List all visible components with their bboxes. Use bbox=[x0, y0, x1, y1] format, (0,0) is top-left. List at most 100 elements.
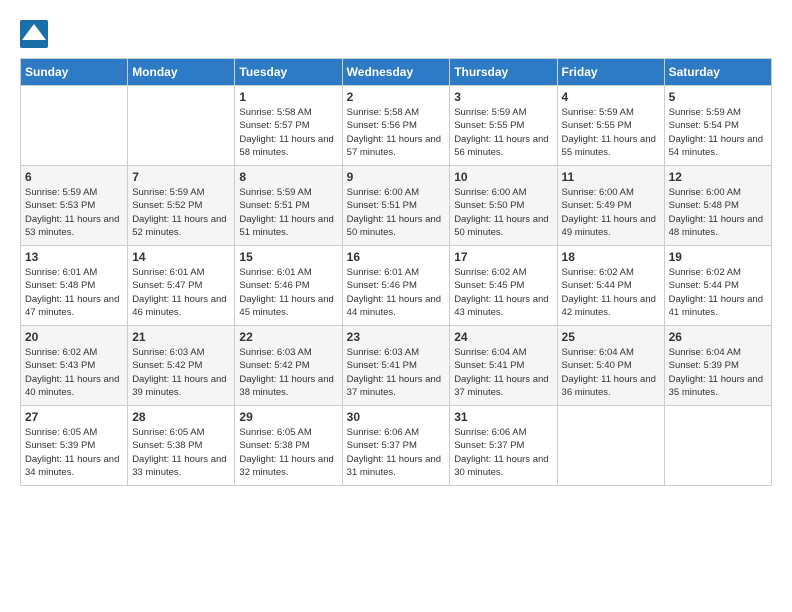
day-number: 12 bbox=[669, 170, 767, 184]
day-info: Sunrise: 6:00 AMSunset: 5:49 PMDaylight:… bbox=[562, 186, 660, 239]
table-row: 11 Sunrise: 6:00 AMSunset: 5:49 PMDayligh… bbox=[557, 166, 664, 246]
day-info: Sunrise: 5:59 AMSunset: 5:55 PMDaylight:… bbox=[454, 106, 552, 159]
day-info: Sunrise: 5:59 AMSunset: 5:55 PMDaylight:… bbox=[562, 106, 660, 159]
day-info: Sunrise: 6:05 AMSunset: 5:39 PMDaylight:… bbox=[25, 426, 123, 479]
table-row: 9 Sunrise: 6:00 AMSunset: 5:51 PMDaylight… bbox=[342, 166, 450, 246]
day-info: Sunrise: 6:00 AMSunset: 5:48 PMDaylight:… bbox=[669, 186, 767, 239]
day-number: 26 bbox=[669, 330, 767, 344]
table-row: 26 Sunrise: 6:04 AMSunset: 5:39 PMDayligh… bbox=[664, 326, 771, 406]
table-row: 7 Sunrise: 5:59 AMSunset: 5:52 PMDaylight… bbox=[128, 166, 235, 246]
day-number: 27 bbox=[25, 410, 123, 424]
day-number: 24 bbox=[454, 330, 552, 344]
day-info: Sunrise: 6:04 AMSunset: 5:39 PMDaylight:… bbox=[669, 346, 767, 399]
week-row: 27 Sunrise: 6:05 AMSunset: 5:39 PMDayligh… bbox=[21, 406, 772, 486]
day-info: Sunrise: 5:59 AMSunset: 5:54 PMDaylight:… bbox=[669, 106, 767, 159]
table-row: 2Sunrise: 5:58 AMSunset: 5:56 PMDaylight… bbox=[342, 86, 450, 166]
day-number: 1 bbox=[239, 90, 337, 104]
table-row bbox=[557, 406, 664, 486]
table-row: 16 Sunrise: 6:01 AMSunset: 5:46 PMDayligh… bbox=[342, 246, 450, 326]
table-row: 18 Sunrise: 6:02 AMSunset: 5:44 PMDayligh… bbox=[557, 246, 664, 326]
table-row: 17Sunrise: 6:02 AMSunset: 5:45 PMDayligh… bbox=[450, 246, 557, 326]
week-row: 6 Sunrise: 5:59 AMSunset: 5:53 PMDaylight… bbox=[21, 166, 772, 246]
day-info: Sunrise: 6:05 AMSunset: 5:38 PMDaylight:… bbox=[132, 426, 230, 479]
day-info: Sunrise: 5:59 AMSunset: 5:53 PMDaylight:… bbox=[25, 186, 123, 239]
day-number: 15 bbox=[239, 250, 337, 264]
day-number: 4 bbox=[562, 90, 660, 104]
day-number: 5 bbox=[669, 90, 767, 104]
day-number: 18 bbox=[562, 250, 660, 264]
week-row: 1Sunrise: 5:58 AMSunset: 5:57 PMDaylight… bbox=[21, 86, 772, 166]
table-row bbox=[664, 406, 771, 486]
table-row: 20 Sunrise: 6:02 AMSunset: 5:43 PMDayligh… bbox=[21, 326, 128, 406]
day-number: 9 bbox=[347, 170, 446, 184]
header-day: Sunday bbox=[21, 59, 128, 86]
table-row: 30 Sunrise: 6:06 AMSunset: 5:37 PMDayligh… bbox=[342, 406, 450, 486]
logo-icon bbox=[20, 20, 48, 48]
day-info: Sunrise: 6:01 AMSunset: 5:46 PMDaylight:… bbox=[239, 266, 337, 319]
table-row: 22Sunrise: 6:03 AMSunset: 5:42 PMDayligh… bbox=[235, 326, 342, 406]
day-info: Sunrise: 6:02 AMSunset: 5:43 PMDaylight:… bbox=[25, 346, 123, 399]
day-info: Sunrise: 6:04 AMSunset: 5:41 PMDaylight:… bbox=[454, 346, 552, 399]
table-row: 27 Sunrise: 6:05 AMSunset: 5:39 PMDayligh… bbox=[21, 406, 128, 486]
day-info: Sunrise: 6:03 AMSunset: 5:42 PMDaylight:… bbox=[132, 346, 230, 399]
table-row: 31 Sunrise: 6:06 AMSunset: 5:37 PMDayligh… bbox=[450, 406, 557, 486]
day-number: 14 bbox=[132, 250, 230, 264]
day-number: 11 bbox=[562, 170, 660, 184]
calendar-body: 1Sunrise: 5:58 AMSunset: 5:57 PMDaylight… bbox=[21, 86, 772, 486]
day-info: Sunrise: 6:06 AMSunset: 5:37 PMDaylight:… bbox=[347, 426, 446, 479]
header-day: Thursday bbox=[450, 59, 557, 86]
day-number: 16 bbox=[347, 250, 446, 264]
table-row bbox=[21, 86, 128, 166]
day-info: Sunrise: 5:59 AMSunset: 5:52 PMDaylight:… bbox=[132, 186, 230, 239]
day-info: Sunrise: 6:04 AMSunset: 5:40 PMDaylight:… bbox=[562, 346, 660, 399]
week-row: 20 Sunrise: 6:02 AMSunset: 5:43 PMDayligh… bbox=[21, 326, 772, 406]
table-row bbox=[128, 86, 235, 166]
table-row: 1Sunrise: 5:58 AMSunset: 5:57 PMDaylight… bbox=[235, 86, 342, 166]
day-info: Sunrise: 6:00 AMSunset: 5:50 PMDaylight:… bbox=[454, 186, 552, 239]
table-row: 15 Sunrise: 6:01 AMSunset: 5:46 PMDayligh… bbox=[235, 246, 342, 326]
day-info: Sunrise: 6:01 AMSunset: 5:46 PMDaylight:… bbox=[347, 266, 446, 319]
day-info: Sunrise: 6:05 AMSunset: 5:38 PMDaylight:… bbox=[239, 426, 337, 479]
day-number: 19 bbox=[669, 250, 767, 264]
table-row: 10Sunrise: 6:00 AMSunset: 5:50 PMDayligh… bbox=[450, 166, 557, 246]
day-number: 13 bbox=[25, 250, 123, 264]
day-info: Sunrise: 6:02 AMSunset: 5:44 PMDaylight:… bbox=[669, 266, 767, 319]
day-info: Sunrise: 6:02 AMSunset: 5:45 PMDaylight:… bbox=[454, 266, 552, 319]
header-day: Friday bbox=[557, 59, 664, 86]
table-row: 4 Sunrise: 5:59 AMSunset: 5:55 PMDaylight… bbox=[557, 86, 664, 166]
header-day: Tuesday bbox=[235, 59, 342, 86]
day-number: 31 bbox=[454, 410, 552, 424]
day-info: Sunrise: 5:59 AMSunset: 5:51 PMDaylight:… bbox=[239, 186, 337, 239]
day-number: 25 bbox=[562, 330, 660, 344]
day-number: 23 bbox=[347, 330, 446, 344]
table-row: 29 Sunrise: 6:05 AMSunset: 5:38 PMDayligh… bbox=[235, 406, 342, 486]
header-day: Monday bbox=[128, 59, 235, 86]
header-row: SundayMondayTuesdayWednesdayThursdayFrid… bbox=[21, 59, 772, 86]
table-row: 19 Sunrise: 6:02 AMSunset: 5:44 PMDayligh… bbox=[664, 246, 771, 326]
table-row: 6 Sunrise: 5:59 AMSunset: 5:53 PMDaylight… bbox=[21, 166, 128, 246]
day-info: Sunrise: 6:06 AMSunset: 5:37 PMDaylight:… bbox=[454, 426, 552, 479]
day-info: Sunrise: 6:02 AMSunset: 5:44 PMDaylight:… bbox=[562, 266, 660, 319]
day-number: 30 bbox=[347, 410, 446, 424]
day-number: 22 bbox=[239, 330, 337, 344]
table-row: 25 Sunrise: 6:04 AMSunset: 5:40 PMDayligh… bbox=[557, 326, 664, 406]
day-number: 29 bbox=[239, 410, 337, 424]
page-header bbox=[20, 20, 772, 48]
table-row: 3 Sunrise: 5:59 AMSunset: 5:55 PMDaylight… bbox=[450, 86, 557, 166]
day-info: Sunrise: 6:01 AMSunset: 5:47 PMDaylight:… bbox=[132, 266, 230, 319]
day-number: 7 bbox=[132, 170, 230, 184]
day-number: 28 bbox=[132, 410, 230, 424]
table-row: 24 Sunrise: 6:04 AMSunset: 5:41 PMDayligh… bbox=[450, 326, 557, 406]
table-row: 13Sunrise: 6:01 AMSunset: 5:48 PMDayligh… bbox=[21, 246, 128, 326]
day-number: 3 bbox=[454, 90, 552, 104]
day-info: Sunrise: 5:58 AMSunset: 5:56 PMDaylight:… bbox=[347, 106, 446, 159]
header-day: Saturday bbox=[664, 59, 771, 86]
day-number: 6 bbox=[25, 170, 123, 184]
calendar-header: SundayMondayTuesdayWednesdayThursdayFrid… bbox=[21, 59, 772, 86]
day-info: Sunrise: 6:00 AMSunset: 5:51 PMDaylight:… bbox=[347, 186, 446, 239]
table-row: 28 Sunrise: 6:05 AMSunset: 5:38 PMDayligh… bbox=[128, 406, 235, 486]
calendar-table: SundayMondayTuesdayWednesdayThursdayFrid… bbox=[20, 58, 772, 486]
day-number: 8 bbox=[239, 170, 337, 184]
day-number: 20 bbox=[25, 330, 123, 344]
logo bbox=[20, 20, 52, 48]
